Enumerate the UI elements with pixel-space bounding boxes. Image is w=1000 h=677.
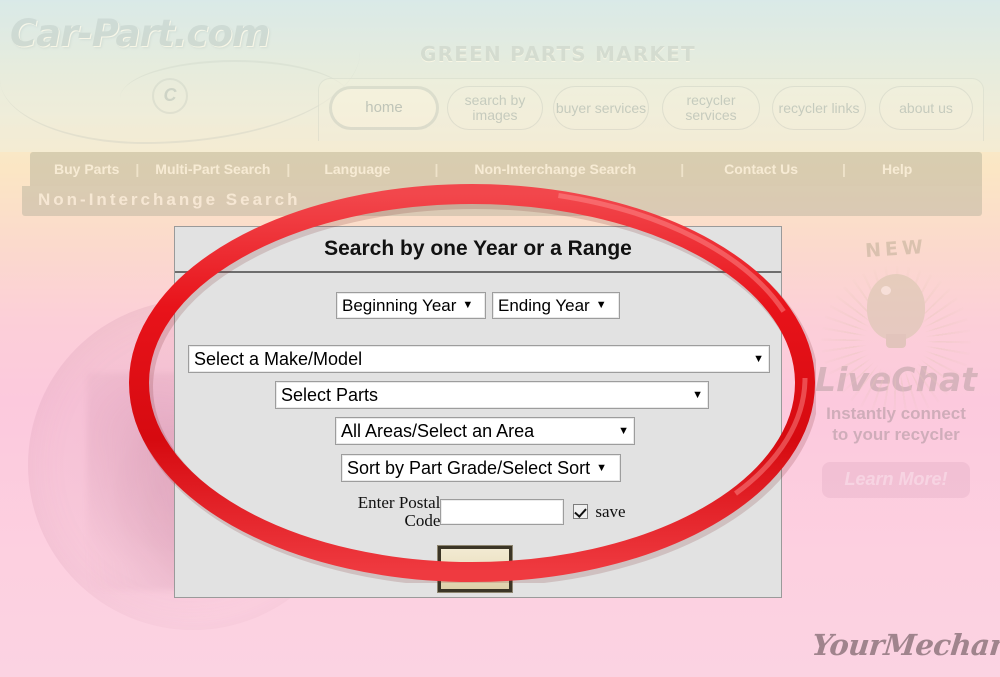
- breadcrumb: Non-Interchange Search: [38, 190, 301, 209]
- livechat-subtitle-line2: to your recycler: [832, 425, 960, 445]
- ending-year-select[interactable]: Ending Year ▼: [492, 292, 620, 319]
- chevron-down-icon: ▼: [692, 388, 703, 401]
- search-button-row: SEARCH: [175, 544, 781, 593]
- make-model-value: Select a Make/Model: [194, 348, 363, 369]
- postal-code-input[interactable]: [440, 498, 565, 525]
- lightbulb-glint-icon: [881, 286, 891, 295]
- parts-value: Select Parts: [281, 384, 379, 405]
- logo-emblem-icon: C: [152, 78, 188, 114]
- save-postal-label: save: [595, 501, 626, 521]
- chevron-down-icon: ▼: [595, 299, 607, 311]
- tab-recycler-services-label: recycler services: [685, 92, 737, 123]
- nav-language[interactable]: Language: [296, 161, 400, 177]
- sort-select[interactable]: Sort by Part Grade/Select Sort ▼: [341, 454, 621, 482]
- chevron-down-icon: ▼: [596, 461, 607, 474]
- nav-separator-5: |: [842, 161, 846, 177]
- nav-help[interactable]: Help: [852, 161, 922, 177]
- make-model-select[interactable]: Select a Make/Model ▼: [188, 345, 770, 373]
- lightbulb-glass-icon: [867, 274, 925, 348]
- nav-contact-us[interactable]: Contact Us: [690, 161, 808, 177]
- tab-about-us[interactable]: about us: [879, 86, 973, 130]
- nav-buy-parts[interactable]: Buy Parts: [44, 161, 129, 177]
- site-header: Car-Part.com C GREEN PARTS MARKET home s…: [0, 0, 1000, 216]
- search-button[interactable]: SEARCH: [437, 544, 513, 593]
- sort-row: Sort by Part Grade/Select Sort ▼: [175, 454, 781, 482]
- nav-separator-1: |: [135, 161, 140, 177]
- postal-code-label: Enter Postal Code: [340, 493, 441, 530]
- postal-code-row: Enter Postal Code save: [175, 494, 781, 530]
- tab-recycler-services[interactable]: recycler services: [662, 86, 760, 130]
- secondary-nav-bar: Buy Parts | Multi-Part Search | Language…: [30, 152, 982, 186]
- area-select[interactable]: All Areas/Select an Area ▼: [335, 417, 635, 445]
- save-postal-checkbox[interactable]: [573, 504, 589, 520]
- year-range-row: Beginning Year ▼ Ending Year ▼: [175, 292, 781, 319]
- screenshot-root: Car-Part.com C GREEN PARTS MARKET home s…: [0, 0, 1000, 677]
- chevron-down-icon: ▼: [753, 352, 764, 365]
- parts-row: Select Parts ▼: [175, 381, 781, 409]
- search-form-title: Search by one Year or a Range: [175, 227, 781, 273]
- tab-recycler-links-label: recycler links: [778, 99, 860, 116]
- search-form-panel: Search by one Year or a Range Beginning …: [174, 226, 782, 598]
- search-form-body: Beginning Year ▼ Ending Year ▼ Select a …: [175, 292, 781, 618]
- beginning-year-select[interactable]: Beginning Year ▼: [336, 292, 486, 319]
- chevron-down-icon: ▼: [462, 299, 474, 311]
- livechat-promo[interactable]: NEW LiveChat Instantly connect to your r…: [800, 236, 992, 498]
- yourmechanic-watermark: YourMechanic: [810, 628, 1000, 662]
- tab-search-by-images[interactable]: search by images: [447, 86, 543, 130]
- nav-multi-part-search[interactable]: Multi-Part Search: [145, 161, 280, 177]
- nav-separator-3: |: [434, 161, 439, 177]
- green-parts-market-title: GREEN PARTS MARKET: [420, 42, 696, 66]
- beginning-year-value: Beginning Year: [342, 295, 457, 315]
- learn-more-button[interactable]: Learn More!: [822, 461, 970, 498]
- area-value: All Areas/Select an Area: [341, 420, 535, 441]
- parts-select[interactable]: Select Parts ▼: [275, 381, 709, 409]
- lightbulb-icon: [800, 260, 992, 416]
- postal-code-label-line1: Enter Postal: [357, 493, 441, 512]
- make-model-row: Select a Make/Model ▼: [175, 345, 781, 373]
- site-logo[interactable]: Car-Part.com: [10, 12, 270, 55]
- ending-year-value: Ending Year: [498, 295, 590, 315]
- tab-search-by-images-label: search by images: [464, 92, 526, 123]
- tab-buyer-services-label: buyer services: [555, 99, 647, 116]
- tab-buyer-services[interactable]: buyer services: [553, 86, 649, 130]
- tab-recycler-links[interactable]: recycler links: [772, 86, 866, 130]
- tab-home-label: home: [365, 99, 403, 117]
- postal-code-label-line2: Code: [404, 510, 441, 530]
- chevron-down-icon: ▼: [618, 424, 629, 437]
- nav-separator-4: |: [680, 161, 685, 177]
- sort-value: Sort by Part Grade/Select Sort: [347, 457, 591, 478]
- tab-home[interactable]: home: [329, 86, 439, 130]
- area-row: All Areas/Select an Area ▼: [175, 417, 781, 445]
- tab-about-us-label: about us: [899, 99, 953, 116]
- primary-tab-bar: home search by images buyer services rec…: [318, 78, 984, 141]
- nav-non-interchange-search[interactable]: Non-Interchange Search: [444, 161, 646, 177]
- nav-separator-2: |: [286, 161, 291, 177]
